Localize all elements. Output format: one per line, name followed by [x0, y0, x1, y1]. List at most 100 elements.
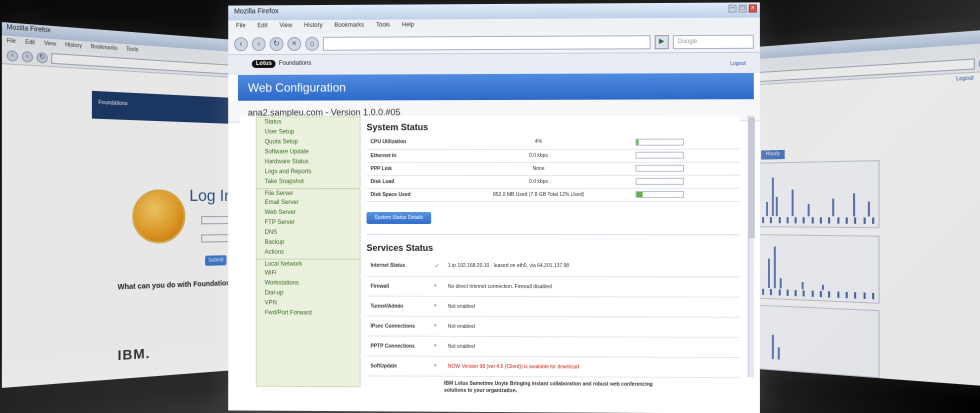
- sidebar-item-dial-up[interactable]: Dial-up: [257, 288, 360, 298]
- status-label: Ethernet In: [366, 149, 447, 163]
- traffic-chart-3: [757, 304, 880, 379]
- status-label: Disk Load: [366, 175, 447, 189]
- sidebar-item-wifi[interactable]: WiFi: [257, 269, 360, 279]
- forward-icon[interactable]: ›: [251, 36, 266, 51]
- status-meter-cell: [631, 135, 740, 149]
- sidebar-item-backup[interactable]: Backup: [257, 238, 360, 248]
- minimize-icon[interactable]: –: [728, 4, 737, 13]
- sidebar-item-software-update[interactable]: Software Update: [257, 147, 360, 157]
- sidebar-item-dns[interactable]: DNS: [257, 228, 360, 238]
- menu-file[interactable]: File: [7, 38, 16, 45]
- sidebar-item-take-snapshot[interactable]: Take Snapshot: [257, 177, 360, 187]
- service-text: 1 ip 192.168.20.10 - leased on eth0, via…: [443, 256, 740, 277]
- menu-tools[interactable]: Tools: [376, 23, 390, 30]
- sidebar-item-vpn[interactable]: VPN: [257, 298, 360, 308]
- home-icon[interactable]: ⌂: [305, 36, 319, 51]
- status-value: 0.0 kbps: [446, 174, 632, 189]
- sidebar-item-email-server[interactable]: Email Server: [257, 198, 360, 208]
- back-icon[interactable]: ‹: [234, 36, 248, 51]
- stop-icon[interactable]: ×: [287, 36, 302, 51]
- status-value: 0.0 kbps: [446, 148, 632, 163]
- sidebar-item-quota-setup[interactable]: Quota Setup: [257, 137, 360, 147]
- page-banner: Web Configuration: [238, 72, 754, 101]
- status-row: Ethernet In 0.0 kbps: [366, 148, 740, 163]
- traffic-chart-1: [757, 160, 880, 229]
- username-field[interactable]: [201, 216, 231, 225]
- status-icon: •: [430, 316, 444, 337]
- sidebar-item-file-server[interactable]: File Server: [256, 188, 360, 199]
- scrollbar-thumb[interactable]: [748, 117, 755, 239]
- menu-file[interactable]: File: [236, 23, 246, 30]
- menu-view[interactable]: View: [44, 41, 56, 48]
- menu-edit[interactable]: Edit: [25, 39, 35, 46]
- service-row: Internet Status ✓ 1 ip 192.168.20.10 - lea…: [366, 256, 740, 277]
- chart-bars: [762, 239, 874, 292]
- service-row: PPTP Connections • Not enabled: [366, 336, 740, 358]
- window-controls: – □ ×: [728, 4, 757, 13]
- menu-bookmarks[interactable]: Bookmarks: [334, 23, 364, 30]
- sidebar-item-status[interactable]: Status: [257, 117, 360, 127]
- brand-text: Foundations: [278, 60, 312, 67]
- menu-help[interactable]: Help: [402, 22, 414, 29]
- service-label: IPsec Connections: [366, 316, 431, 337]
- status-icon: ✓: [430, 256, 444, 277]
- sidebar-item-local-network[interactable]: Local Network: [256, 258, 360, 269]
- status-value: 4%: [446, 135, 632, 150]
- menu-history[interactable]: History: [65, 42, 82, 50]
- sidebar-nav: Status User Setup Quota Setup Software U…: [255, 116, 361, 388]
- address-bar[interactable]: [322, 34, 651, 51]
- login-button[interactable]: Submit: [205, 255, 227, 266]
- page-scrollbar[interactable]: [747, 115, 755, 378]
- sidebar-item-actions[interactable]: Actions: [257, 248, 360, 258]
- reload-icon[interactable]: ↻: [36, 51, 48, 64]
- go-icon[interactable]: ▶: [654, 34, 669, 49]
- reload-icon[interactable]: ↻: [269, 36, 284, 51]
- status-meter-cell: [631, 187, 740, 201]
- sidebar-item-hardware-status[interactable]: Hardware Status: [257, 157, 360, 167]
- status-icon: •: [430, 276, 444, 297]
- logo-text: Foundations: [98, 99, 128, 108]
- back-icon[interactable]: ‹: [6, 49, 19, 62]
- password-field[interactable]: [201, 234, 231, 243]
- logout-link[interactable]: Logout: [956, 75, 974, 83]
- window-title: Mozilla Firefox: [234, 8, 279, 16]
- sidebar-item-ftp-server[interactable]: FTP Server: [257, 218, 360, 228]
- service-label: Internet Status: [366, 256, 431, 277]
- forward-icon[interactable]: ›: [21, 50, 34, 63]
- service-row: SoftUpdate • NOW Version 98 (ver 4.5 (Clie…: [366, 355, 740, 378]
- page-content: Status User Setup Quota Setup Software U…: [240, 115, 740, 413]
- menu-tools[interactable]: Tools: [126, 46, 138, 53]
- service-label: PPTP Connections: [366, 336, 431, 357]
- logout-link[interactable]: Logout: [730, 61, 746, 67]
- search-input[interactable]: Google: [672, 34, 754, 49]
- usage-meter: [635, 177, 684, 185]
- service-label: Firewall: [366, 276, 431, 297]
- sidebar-item-web-server[interactable]: Web Server: [257, 208, 360, 218]
- services-status-table: Internet Status ✓ 1 ip 192.168.20.10 - lea…: [366, 256, 740, 378]
- main-column: System Status CPU Utilization 4% Ethernet …: [366, 119, 740, 413]
- status-row: Disk Load 0.0 kbps: [366, 174, 740, 189]
- maximize-icon[interactable]: □: [738, 4, 747, 13]
- chart-bars: [762, 166, 874, 217]
- chart-tab[interactable]: Hourly: [761, 149, 785, 160]
- status-row: Disk Space Used 852.0 MB Used (7.8 GB Tot…: [366, 187, 740, 202]
- usage-meter-fill: [636, 191, 643, 197]
- sidebar-item-port-forward[interactable]: Fwd/Port Forward: [257, 308, 360, 318]
- usage-meter: [635, 190, 684, 198]
- close-icon[interactable]: ×: [748, 4, 757, 13]
- status-meter-cell: [631, 148, 740, 162]
- sidebar-item-workstations[interactable]: Workstations: [257, 279, 360, 289]
- ibm-logo: IBM.: [117, 345, 151, 364]
- service-text: Not enabled: [443, 296, 740, 318]
- menu-edit[interactable]: Edit: [257, 23, 267, 30]
- service-text: NOW Version 98 (ver 4.5 (Client)) is ava…: [443, 356, 740, 378]
- sidebar-item-user-setup[interactable]: User Setup: [257, 127, 360, 137]
- menu-view[interactable]: View: [279, 23, 292, 30]
- page-header: Lotus Foundations Logout: [228, 52, 760, 76]
- menu-bookmarks[interactable]: Bookmarks: [91, 44, 118, 52]
- sidebar-item-logs-reports[interactable]: Logs and Reports: [257, 167, 360, 177]
- menu-history[interactable]: History: [304, 23, 322, 30]
- promo-note: IBM Lotus Sametime Unyte Bringing instan…: [444, 380, 653, 395]
- charts-browser-window: › Logout Hourly: [742, 29, 980, 387]
- system-status-details-button[interactable]: System Status Details: [366, 211, 432, 224]
